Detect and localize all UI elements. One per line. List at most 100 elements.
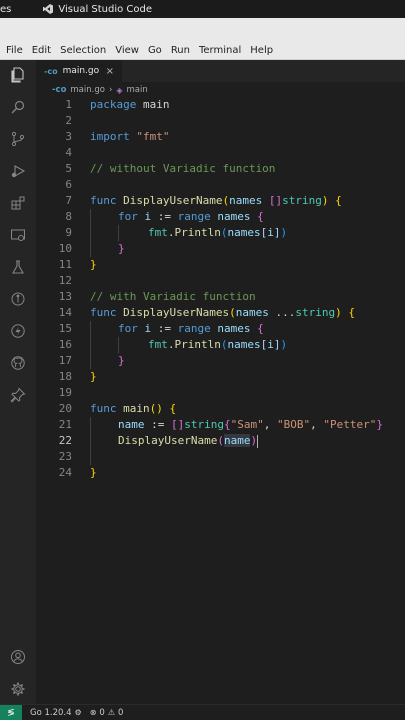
token-bracket: ) bbox=[280, 338, 288, 351]
line-number: 23 bbox=[58, 450, 72, 463]
code-line: 7 func DisplayUserName(names []string) { bbox=[36, 193, 405, 209]
pin-icon[interactable] bbox=[9, 386, 27, 404]
breadcrumb-file[interactable]: main.go bbox=[70, 85, 105, 95]
line-number: 1 bbox=[65, 98, 72, 111]
account-icon[interactable] bbox=[9, 648, 27, 666]
token-operator: := bbox=[151, 210, 178, 223]
text-cursor bbox=[257, 434, 259, 448]
tab-main-go[interactable]: -co main.go × bbox=[36, 60, 122, 82]
code-line: 1 package main bbox=[36, 97, 405, 113]
run-debug-icon[interactable] bbox=[9, 162, 27, 180]
line-number: 7 bbox=[65, 194, 72, 207]
warning-count: 0 bbox=[118, 707, 124, 718]
token-variable: i bbox=[137, 322, 152, 335]
code-line: 12 bbox=[36, 273, 405, 289]
menu-view[interactable]: View bbox=[115, 45, 139, 56]
token-variable: names bbox=[227, 226, 261, 239]
token-operator: := bbox=[151, 322, 178, 335]
menu-file[interactable]: File bbox=[6, 45, 23, 56]
token-bracket: } bbox=[90, 466, 97, 479]
activities-label[interactable]: es bbox=[0, 4, 23, 15]
token-bracket: } bbox=[118, 242, 125, 255]
code-line: 8 for i := range names { bbox=[36, 209, 405, 225]
code-line: 3 import "fmt" bbox=[36, 129, 405, 145]
testing-icon[interactable] bbox=[9, 258, 27, 276]
token-index: [i] bbox=[260, 338, 281, 351]
token-keyword: range bbox=[177, 322, 211, 335]
token-bracket: { bbox=[341, 306, 355, 319]
line-number: 14 bbox=[58, 306, 72, 319]
github-icon[interactable] bbox=[9, 354, 27, 372]
token-string: "Petter" bbox=[323, 418, 377, 431]
problems-status[interactable]: ⊗ 0 ⚠ 0 bbox=[82, 708, 124, 718]
token-bracket: { bbox=[162, 402, 177, 415]
close-icon[interactable]: × bbox=[106, 66, 114, 77]
line-number: 12 bbox=[58, 274, 72, 287]
token-keyword: import bbox=[90, 130, 130, 143]
menu-go[interactable]: Go bbox=[148, 45, 162, 56]
code-editor[interactable]: 1 package main 2 3 import "fmt" 4 5 // with… bbox=[36, 97, 405, 481]
line-number: 10 bbox=[58, 242, 72, 255]
menu-edit[interactable]: Edit bbox=[32, 45, 51, 56]
breadcrumb-symbol[interactable]: main bbox=[127, 85, 148, 95]
window-title-bar bbox=[0, 18, 405, 42]
menu-help[interactable]: Help bbox=[250, 45, 273, 56]
remote-explorer-icon[interactable] bbox=[9, 226, 27, 244]
code-line: 18} bbox=[36, 369, 405, 385]
line-number: 9 bbox=[65, 226, 72, 239]
line-number: 17 bbox=[58, 354, 72, 367]
app-name: Visual Studio Code bbox=[58, 3, 153, 15]
token-function: DisplayUserNames bbox=[123, 306, 230, 319]
token-string: "BOB" bbox=[277, 418, 311, 431]
cube-icon: ◈ bbox=[116, 85, 123, 95]
code-line: 16 fmt.Println(names[i]) bbox=[36, 337, 405, 353]
token-bracket: [] bbox=[262, 194, 283, 207]
line-number: 6 bbox=[65, 178, 72, 191]
menu-selection[interactable]: Selection bbox=[60, 45, 106, 56]
token-operator: , bbox=[310, 418, 324, 431]
error-icon: ⊗ bbox=[89, 708, 97, 717]
code-line: 13 // with Variadic function bbox=[36, 289, 405, 305]
code-line: 5 // without Variadic function bbox=[36, 161, 405, 177]
line-number: 24 bbox=[58, 466, 72, 479]
remote-indicator[interactable]: ≶ bbox=[0, 704, 22, 720]
token-function: Println bbox=[174, 226, 221, 239]
menu-terminal[interactable]: Terminal bbox=[199, 45, 241, 56]
token-param: names bbox=[229, 194, 263, 207]
source-control-icon[interactable] bbox=[9, 130, 27, 148]
app-title[interactable]: Visual Studio Code bbox=[23, 4, 152, 15]
search-icon[interactable] bbox=[9, 98, 27, 116]
explorer-icon[interactable] bbox=[9, 66, 27, 84]
lightning-icon[interactable] bbox=[9, 322, 27, 340]
token-operator: . bbox=[167, 338, 175, 351]
extensions-icon[interactable] bbox=[9, 194, 27, 212]
token-keyword: func bbox=[90, 306, 117, 319]
code-line: 21 name := []string{"Sam", "BOB", "Petter… bbox=[36, 417, 405, 433]
line-number: 5 bbox=[65, 162, 72, 175]
go-version-status[interactable]: Go 1.20.4 ⚙ bbox=[22, 708, 82, 718]
token-bracket: } bbox=[90, 258, 97, 271]
token-keyword: for bbox=[118, 210, 138, 223]
token-bracket: } bbox=[376, 418, 383, 431]
token-string: "fmt" bbox=[136, 130, 170, 143]
gitlens-icon[interactable] bbox=[9, 290, 27, 308]
token-operator: := bbox=[144, 418, 171, 431]
token-variable: name bbox=[118, 418, 145, 431]
go-version-label: Go 1.20.4 bbox=[30, 707, 72, 718]
token-variable: names bbox=[227, 338, 261, 351]
token-bracket: } bbox=[90, 370, 97, 383]
token-function: main bbox=[123, 402, 150, 415]
token-variable: names bbox=[210, 322, 251, 335]
go-file-icon: -co bbox=[52, 85, 67, 95]
menu-run[interactable]: Run bbox=[171, 45, 190, 56]
gear-icon[interactable] bbox=[9, 680, 27, 698]
activity-bar bbox=[0, 60, 36, 704]
token-operator: , bbox=[263, 418, 277, 431]
code-line: 2 bbox=[36, 113, 405, 129]
line-number: 2 bbox=[65, 114, 72, 127]
breadcrumb-separator: › bbox=[108, 85, 113, 95]
token-package-name: main bbox=[136, 98, 170, 111]
status-bar: ≶ Go 1.20.4 ⚙ ⊗ 0 ⚠ 0 bbox=[0, 704, 405, 720]
token-index: [i] bbox=[260, 226, 281, 239]
line-number: 4 bbox=[65, 146, 72, 159]
